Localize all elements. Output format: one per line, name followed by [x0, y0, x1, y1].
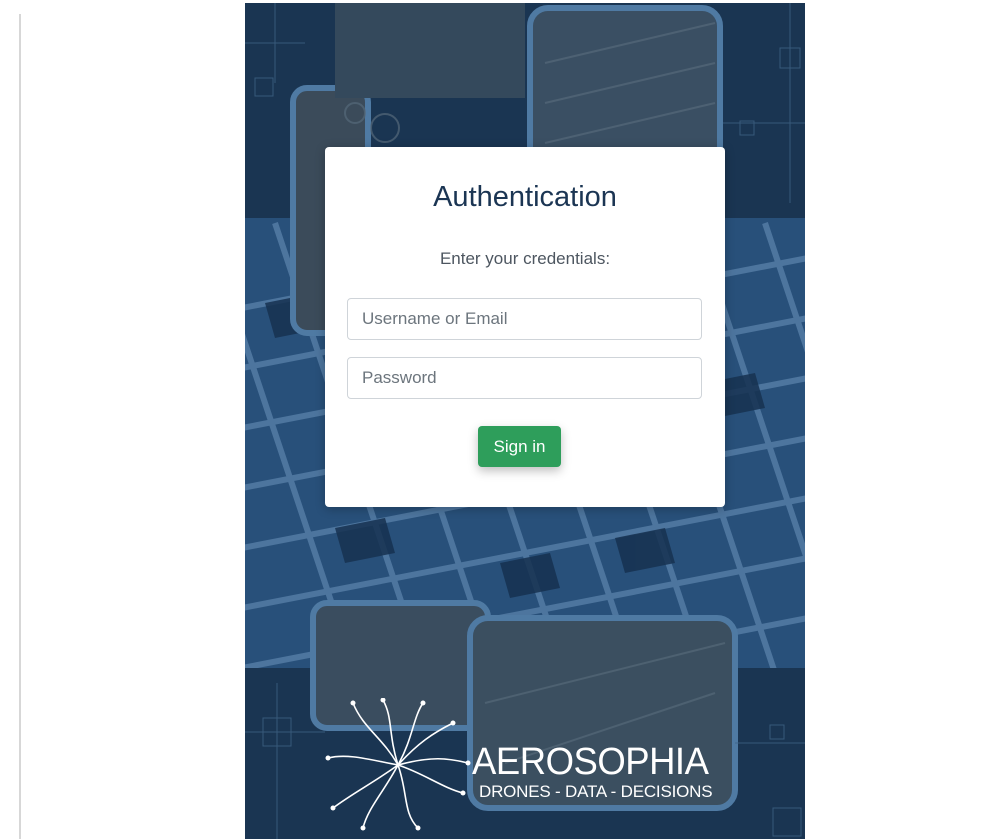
- brand-tagline: DRONES - DATA - DECISIONS: [479, 782, 713, 801]
- page-title: Authentication: [433, 181, 617, 213]
- brand-wordmark: AEROSOPHIA DRONES - DATA - DECISIONS: [472, 742, 718, 802]
- login-card: Authentication Enter your credentials: S…: [325, 147, 725, 507]
- password-input[interactable]: [347, 357, 702, 399]
- username-input[interactable]: [347, 298, 702, 340]
- sign-in-button[interactable]: Sign in: [478, 426, 561, 467]
- brand-name: AEROSOPHIA: [472, 741, 709, 783]
- credentials-prompt: Enter your credentials:: [439, 249, 611, 268]
- aerosophia-logo-swirl-icon: [325, 698, 471, 831]
- left-border-line: [19, 14, 21, 839]
